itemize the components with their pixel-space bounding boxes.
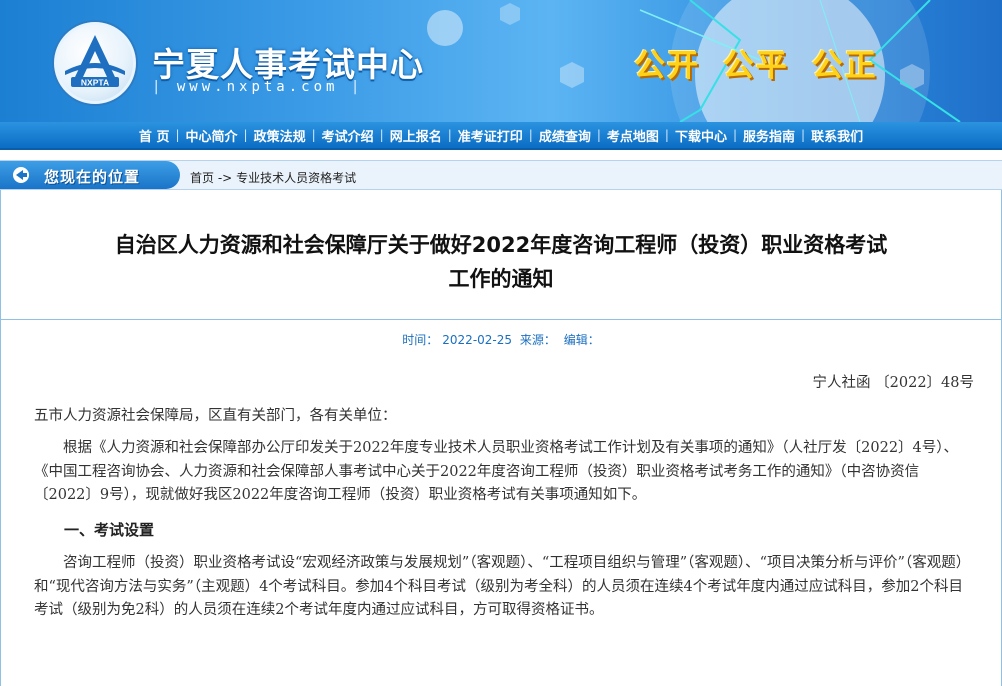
meta-editor-label: 编辑： [563,333,600,347]
nav-service-guide[interactable]: 服务指南 [737,126,801,145]
breadcrumb-arrow: -> [217,171,233,185]
nav-score-query[interactable]: 成绩查询 [533,126,597,145]
slogan: 公开 公平 公正 [634,48,878,84]
location-arrow-icon [13,167,29,183]
nav-downloads[interactable]: 下载中心 [669,126,733,145]
nav-policies[interactable]: 政策法规 [248,126,312,145]
site-banner: NXPTA 宁夏人事考试中心 | www.nxpta.com | 公开 公平 公… [0,0,1002,122]
main-nav: 首 页 | 中心简介 | 政策法规 | 考试介绍 | 网上报名 | 准考证打印 … [0,122,1002,150]
article-title: 自治区人力资源和社会保障厅关于做好2022年度咨询工程师（投资）职业资格考试 工… [40,228,962,296]
nav-online-registration[interactable]: 网上报名 [384,126,448,145]
meta-time: 2022-02-25 [442,333,513,347]
meta-time-label: 时间： [402,333,439,347]
site-url: | www.nxpta.com | [152,79,364,95]
article-title-line-1: 自治区人力资源和社会保障厅关于做好2022年度咨询工程师（投资）职业资格考试 [114,233,888,257]
nav-exam-map[interactable]: 考点地图 [601,126,665,145]
location-label: 您现在的位置 [44,168,141,186]
location-tag: 您现在的位置 [0,161,180,189]
svg-text:NXPTA: NXPTA [81,78,109,88]
nxpta-logo[interactable]: NXPTA [54,22,136,104]
article-title-line-2: 工作的通知 [448,267,554,291]
breadcrumb: 首页 -> 专业技术人员资格考试 [190,169,356,186]
article-meta: 时间： 2022-02-25 来源： 编辑： [0,331,1002,348]
addressee: 五市人力资源社会保障局，区直有关部门，各有关单位： [34,407,397,424]
nav-contact[interactable]: 联系我们 [805,126,869,145]
nav-center-intro[interactable]: 中心简介 [180,126,244,145]
nav-exam-intro[interactable]: 考试介绍 [316,126,380,145]
paragraph: 咨询工程师（投资）职业资格考试设“宏观经济政策与发展规划”（客观题）、“工程项目… [34,555,971,618]
breadcrumb-current-link[interactable]: 专业技术人员资格考试 [236,171,356,185]
meta-source-label: 来源： [519,333,556,347]
paragraph: 根据《人力资源和社会保障部办公厅印发关于2022年度专业技术人员职业资格考试工作… [34,440,959,503]
section-heading: 一、考试设置 [64,520,155,539]
document-number: 宁人社函 〔2022〕48号 [812,375,974,391]
location-bar: 您现在的位置 首页 -> 专业技术人员资格考试 [0,160,1002,190]
article-body: 宁人社函 〔2022〕48号 五市人力资源社会保障局，区直有关部门，各有关单位：… [34,372,974,634]
nav-admission-ticket[interactable]: 准考证打印 [452,126,529,145]
nav-home[interactable]: 首 页 [133,126,176,145]
breadcrumb-home-link[interactable]: 首页 [190,171,214,185]
